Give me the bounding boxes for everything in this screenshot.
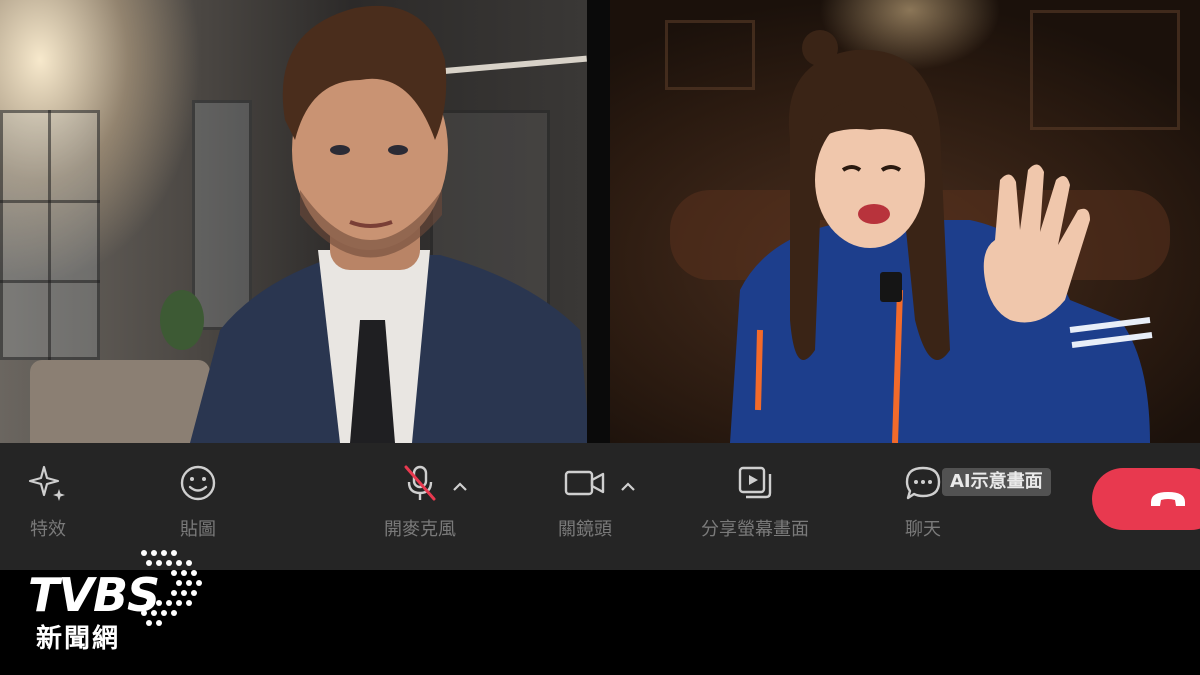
logo-dots-icon [141, 550, 202, 626]
mic-label: 開麥克風 [384, 519, 456, 540]
share-screen-button[interactable]: 分享螢幕畫面 [695, 461, 815, 551]
camera-options-chevron-icon[interactable] [618, 477, 638, 497]
tile-divider [587, 0, 610, 443]
end-call-button[interactable] [1092, 468, 1200, 530]
video-camera-icon [563, 461, 607, 505]
man-figure [190, 5, 587, 443]
ai-simulation-notice: AI示意畫面 [942, 468, 1051, 496]
smiley-icon [176, 461, 220, 505]
chat-label: 聊天 [905, 519, 941, 540]
participant-video-right[interactable] [610, 0, 1200, 443]
mic-toggle-button[interactable]: 開麥克風 [360, 461, 480, 551]
camera-label: 關鏡頭 [558, 519, 612, 540]
window-pane-line [0, 280, 100, 283]
camera-toggle-button[interactable]: 關鏡頭 [525, 461, 645, 551]
mic-options-chevron-icon[interactable] [450, 477, 470, 497]
tvbs-news-subtitle: 新聞網 [36, 624, 121, 654]
window-pane-line [0, 200, 100, 203]
window-pane-line [48, 110, 51, 360]
stickers-label: 貼圖 [180, 519, 216, 540]
sparkle-icon [26, 461, 70, 505]
effects-button[interactable]: 特效 [0, 461, 108, 551]
mic-muted-icon [398, 461, 442, 505]
screen-share-icon [733, 461, 777, 505]
share-label: 分享螢幕畫面 [701, 519, 809, 540]
woman-figure [730, 30, 1153, 443]
stickers-button[interactable]: 貼圖 [138, 461, 258, 551]
participant-video-left[interactable] [0, 0, 587, 443]
effects-label: 特效 [30, 519, 66, 540]
hang-up-icon [1151, 492, 1185, 506]
chat-bubble-icon [901, 461, 945, 505]
